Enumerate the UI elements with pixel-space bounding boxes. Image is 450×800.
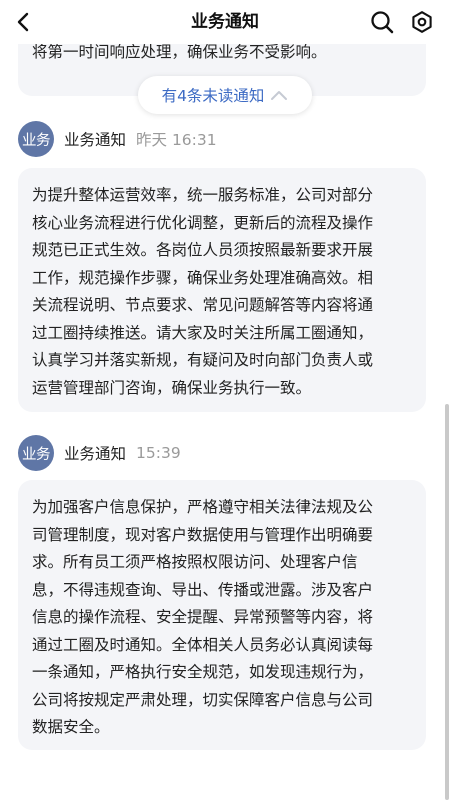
message-line: 公司将按规定严肃处理，切实保障客户信息与公司: [32, 690, 374, 709]
message-line: 一条通知，严格执行安全规范，如发现违规行为，: [32, 663, 374, 681]
message-line: 求。所有员工须严格按照权限访问、处理客户信: [32, 553, 358, 571]
message-line: 关流程说明、节点要求、常见问题解答等内容将通: [32, 296, 374, 314]
message-line: 司管理制度，现对客户数据使用与管理作出明确要: [32, 525, 374, 544]
message-line: 认真学习并落实新规，有疑问及时向部门负责人或: [32, 351, 374, 369]
message-line: 息，不得违规查询、导出、传播或泄露。涉及客户: [32, 580, 374, 599]
message-header: 业务 业务通知 15:39: [18, 435, 181, 471]
sender-name: 业务通知: [64, 131, 127, 149]
message-time: 15:39: [136, 444, 181, 462]
unread-notice-label: 有4条未读通知: [161, 87, 265, 105]
message-bubble[interactable]: 为提升整体运营效率，统一服务标准，公司对部分 核心业务流程进行优化调整，更新后的…: [18, 168, 426, 412]
settings-icon: [412, 11, 432, 33]
chevron-up-icon: [270, 89, 288, 101]
top-nav-bar: 业务通知: [0, 0, 450, 44]
message-header: 业务 业务通知 昨天 16:31: [18, 121, 217, 157]
search-icon: [371, 11, 394, 34]
message-line: 信息的操作流程、安全提醒、异常预警等内容，将: [32, 608, 374, 626]
message-line: 核心业务流程进行优化调整，更新后的流程及操作: [32, 213, 374, 232]
message-line: 过工圈持续推送。请大家及时关注所属工圈通知，: [32, 323, 374, 342]
message-line: 运营管理部门咨询，确保业务执行一致。: [32, 378, 312, 397]
message-line: 通过工圈及时通知。全体相关人员务必认真阅读每: [32, 635, 374, 654]
unread-notice-button[interactable]: 有4条未读通知: [138, 76, 312, 114]
avatar[interactable]: 业务: [18, 435, 54, 471]
message-line: 规范已正式生效。各岗位人员须按照最新要求开展: [32, 241, 374, 259]
message-line: 数据安全。: [32, 718, 110, 736]
sender-name: 业务通知: [64, 445, 127, 463]
message-bubble[interactable]: 为加强客户信息保护，严格遵守相关法律法规及公 司管理制度，现对客户数据使用与管理…: [18, 480, 426, 750]
message-line: 工作，规范操作步骤，确保业务处理准确高效。相: [32, 268, 374, 287]
app-window: 业务通知 将第一时间响应处理，确保业务不受影响。 业务 业务通知 昨天 16:3…: [0, 0, 450, 800]
avatar[interactable]: 业务: [18, 121, 54, 157]
message-line: 为提升整体运营效率，统一服务标准，公司对部分: [32, 186, 374, 204]
message-time: 昨天 16:31: [136, 131, 217, 149]
settings-button[interactable]: [408, 8, 436, 36]
search-button[interactable]: [368, 8, 396, 36]
message-line: 为加强客户信息保护，严格遵守相关法律法规及公: [32, 498, 374, 516]
message-list[interactable]: 将第一时间响应处理，确保业务不受影响。 业务 业务通知 昨天 16:31 为提升…: [0, 44, 450, 800]
scrollbar[interactable]: [445, 404, 449, 800]
message-text: 将第一时间响应处理，确保业务不受影响。: [32, 44, 327, 61]
